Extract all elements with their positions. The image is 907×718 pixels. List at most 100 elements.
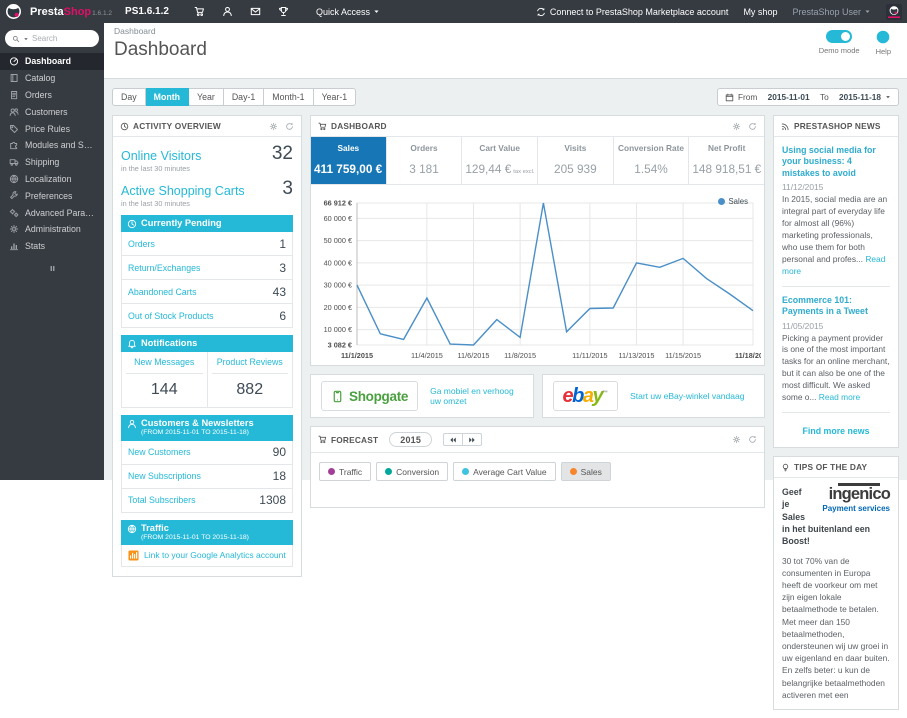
- page-title: Dashboard: [114, 39, 895, 61]
- cart-icon: [318, 435, 327, 444]
- news-article-date: 11/05/2015: [782, 321, 890, 331]
- dashboard-settings-icon[interactable]: [732, 122, 741, 131]
- pending-row-orders[interactable]: Orders 1: [122, 232, 292, 256]
- forecast-toggle-conversion[interactable]: Conversion: [376, 462, 448, 481]
- forecast-toggle-traffic[interactable]: Traffic: [319, 462, 371, 481]
- my-shop-link[interactable]: My shop: [743, 7, 777, 17]
- sidebar-item-shipping[interactable]: Shipping: [0, 154, 104, 171]
- active-carts-metric[interactable]: Active Shopping Carts 3: [121, 179, 293, 198]
- sidebar-item-administration[interactable]: Administration: [0, 221, 104, 238]
- caret-icon: [885, 94, 891, 100]
- search-input[interactable]: [32, 34, 92, 43]
- sidebar-item-advanced-parameters[interactable]: Advanced Parameters: [0, 204, 104, 221]
- user-menu[interactable]: PrestaShop User: [792, 7, 871, 17]
- notification-product-reviews[interactable]: Product Reviews 882: [207, 352, 293, 407]
- read-more-link[interactable]: Read more: [819, 392, 860, 402]
- envelope-icon[interactable]: [250, 6, 261, 17]
- kpi-value: 3 181: [390, 162, 459, 176]
- kpi-cart-value[interactable]: Cart Value 129,44 €tax excl.: [462, 137, 538, 184]
- breadcrumb[interactable]: Dashboard: [114, 26, 895, 36]
- forecast-refresh-icon[interactable]: [748, 435, 757, 444]
- google-analytics-link-row[interactable]: Link to your Google Analytics account: [121, 545, 293, 567]
- cart-icon: [318, 122, 327, 131]
- sidebar-item-label: Preferences: [25, 191, 72, 201]
- customers-row-total-subscribers[interactable]: Total Subscribers 1308: [122, 489, 292, 512]
- search-scope-caret-icon[interactable]: [23, 36, 29, 42]
- range-button-day[interactable]: Day: [112, 88, 146, 106]
- sidebar-item-catalog[interactable]: Catalog: [0, 70, 104, 87]
- forecast-toggle-sales[interactable]: Sales: [561, 462, 611, 481]
- tips-text: 30 tot 70% van de consumenten in Europa …: [782, 555, 890, 701]
- range-button-month[interactable]: Month: [146, 88, 189, 106]
- range-button-day-1[interactable]: Day-1: [224, 88, 264, 106]
- dashboard-refresh-icon[interactable]: [748, 122, 757, 131]
- svg-text:11/4/2015: 11/4/2015: [411, 351, 443, 360]
- quick-access-menu[interactable]: Quick Access: [316, 7, 380, 17]
- kpi-conversion-rate[interactable]: Conversion Rate 1.54%: [614, 137, 690, 184]
- trophy-icon[interactable]: [278, 6, 289, 17]
- ingenico-logo[interactable]: ingenico Payment services: [812, 486, 890, 514]
- online-visitors-metric[interactable]: Online Visitors 32: [121, 144, 293, 163]
- help-icon[interactable]: ?: [876, 30, 890, 44]
- truck-icon: [9, 157, 19, 167]
- sidebar-item-price-rules[interactable]: Price Rules: [0, 120, 104, 137]
- range-button-year-1[interactable]: Year-1: [314, 88, 357, 106]
- forecast-metric-toggles: Traffic Conversion Average Cart Value Sa…: [311, 453, 764, 507]
- date-range-picker[interactable]: From 2015-11-01 To 2015-11-18: [717, 88, 899, 106]
- prestashop-logo[interactable]: [6, 4, 21, 19]
- activity-settings-icon[interactable]: [269, 122, 278, 131]
- activity-refresh-icon[interactable]: [285, 122, 294, 131]
- notification-label: New Messages: [126, 352, 203, 374]
- kpi-value: 1.54%: [617, 162, 686, 176]
- ebay-logo[interactable]: ebay™: [553, 381, 619, 411]
- kpi-visits[interactable]: Visits 205 939: [538, 137, 614, 184]
- user-avatar[interactable]: [886, 4, 902, 20]
- demo-mode-toggle[interactable]: [826, 30, 852, 43]
- sidebar-collapse-button[interactable]: [0, 264, 104, 273]
- range-button-year[interactable]: Year: [189, 88, 224, 106]
- find-more-news-link[interactable]: Find more news: [782, 421, 890, 443]
- shopgate-logo[interactable]: Shopgate: [321, 381, 418, 411]
- sidebar-item-orders[interactable]: Orders: [0, 87, 104, 104]
- news-article-title[interactable]: Using social media for your business: 4 …: [782, 145, 890, 179]
- forecast-next-button[interactable]: [462, 433, 482, 446]
- kpi-row: Sales 411 759,00 €tax excl. Orders 3 181…: [311, 137, 764, 185]
- read-more-link[interactable]: Read more: [782, 254, 885, 276]
- prestashop-news-panel: PRESTASHOP NEWS Using social media for y…: [773, 115, 899, 448]
- sidebar-item-preferences[interactable]: Preferences: [0, 187, 104, 204]
- news-article-title[interactable]: Ecommerce 101: Payments in a Tweet: [782, 295, 890, 318]
- shop-name-link[interactable]: PS1.6.1.2: [125, 6, 169, 17]
- sidebar-item-customers[interactable]: Customers: [0, 103, 104, 120]
- customers-row-new-customers[interactable]: New Customers 90: [122, 441, 292, 465]
- marketplace-link[interactable]: Connect to PrestaShop Marketplace accoun…: [536, 7, 729, 17]
- kpi-orders[interactable]: Orders 3 181: [387, 137, 463, 184]
- sidebar-item-localization[interactable]: Localization: [0, 171, 104, 188]
- svg-text:11/6/2015: 11/6/2015: [458, 351, 490, 360]
- forecast-prev-button[interactable]: [443, 433, 462, 446]
- pending-row-return-exchanges[interactable]: Return/Exchanges 3: [122, 256, 292, 280]
- sidebar-item-dashboard[interactable]: Dashboard: [0, 53, 104, 70]
- row-value: 18: [273, 469, 286, 483]
- pending-row-abandoned-carts[interactable]: Abandoned Carts 43: [122, 280, 292, 304]
- range-button-month-1[interactable]: Month-1: [264, 88, 313, 106]
- employee-icon[interactable]: [222, 6, 233, 17]
- pending-row-out-of-stock-products[interactable]: Out of Stock Products 6: [122, 304, 292, 327]
- chart-legend[interactable]: Sales: [718, 197, 748, 206]
- kpi-label: Visits: [541, 143, 610, 153]
- ebay-link[interactable]: Start uw eBay-winkel vandaag: [630, 391, 744, 401]
- kpi-sales[interactable]: Sales 411 759,00 €tax excl.: [311, 137, 387, 184]
- notifications-grid: New Messages 144 Product Reviews 882: [121, 352, 293, 408]
- notification-new-messages[interactable]: New Messages 144: [122, 352, 207, 407]
- svg-text:11/11/2015: 11/11/2015: [572, 351, 607, 360]
- kpi-label: Orders: [390, 143, 459, 153]
- clock-icon: [127, 219, 137, 229]
- notification-value: 882: [212, 374, 289, 407]
- sidebar-item-modules-and-services[interactable]: Modules and Services: [0, 137, 104, 154]
- kpi-net-profit[interactable]: Net Profit 148 918,51 €tax excl.: [689, 137, 764, 184]
- customers-row-new-subscriptions[interactable]: New Subscriptions 18: [122, 465, 292, 489]
- forecast-settings-icon[interactable]: [732, 435, 741, 444]
- cart-icon[interactable]: [194, 6, 205, 17]
- forecast-toggle-average-cart-value[interactable]: Average Cart Value: [453, 462, 555, 481]
- sidebar-item-stats[interactable]: Stats: [0, 238, 104, 255]
- shopgate-link[interactable]: Ga mobiel en verhoog uw omzet: [430, 386, 522, 406]
